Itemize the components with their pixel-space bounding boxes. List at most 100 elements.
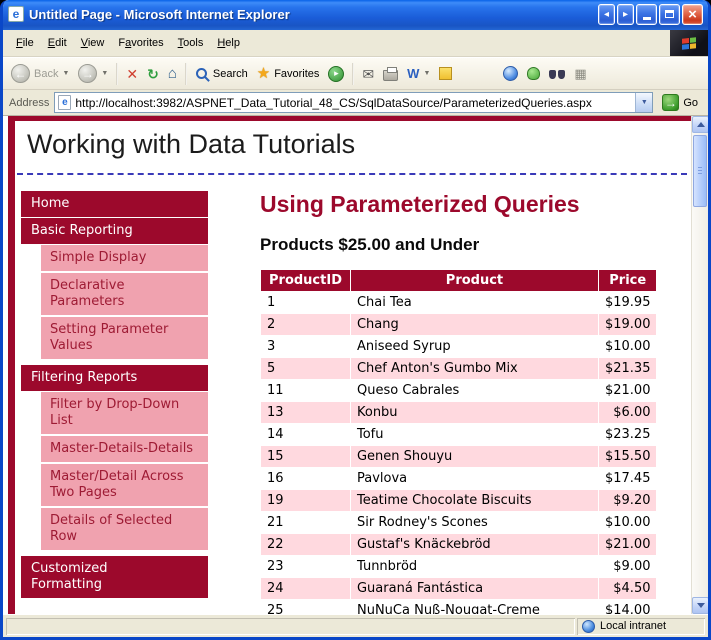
maximize-button[interactable] bbox=[659, 4, 680, 25]
messenger-button[interactable] bbox=[523, 64, 544, 83]
scroll-down-button[interactable] bbox=[692, 597, 708, 614]
go-button[interactable]: → Go bbox=[658, 93, 704, 112]
sidebar-item-master-details-details[interactable]: Master-Details-Details bbox=[41, 436, 208, 462]
browser-viewport: Working with Data Tutorials HomeBasic Re… bbox=[3, 116, 708, 614]
table-cell: 22 bbox=[261, 534, 351, 556]
scroll-up-button[interactable] bbox=[692, 116, 708, 133]
sidebar-item-filtering-reports[interactable]: Filtering Reports bbox=[21, 365, 208, 391]
menu-view[interactable]: View bbox=[74, 34, 112, 52]
table-cell: $9.20 bbox=[598, 490, 657, 512]
sidebar-item-customized-formatting[interactable]: Customized Formatting bbox=[21, 556, 208, 598]
menu-bar: FileEditViewFavoritesToolsHelp bbox=[3, 30, 708, 57]
ie-document-icon: e bbox=[8, 6, 24, 22]
edit-button[interactable]: W ▼ bbox=[403, 64, 434, 83]
chevron-right-icon: ▸ bbox=[623, 9, 628, 20]
mail-button[interactable]: ✉ bbox=[358, 64, 378, 84]
table-row: 14Tofu$23.25 bbox=[261, 424, 657, 446]
print-icon bbox=[383, 70, 398, 81]
msn-button[interactable] bbox=[499, 63, 522, 84]
table-cell: Chef Anton's Gumbo Mix bbox=[350, 358, 598, 380]
research-button[interactable] bbox=[545, 65, 569, 83]
products-table: ProductIDProductPrice 1Chai Tea$19.952Ch… bbox=[260, 269, 657, 614]
search-label: Search bbox=[213, 68, 248, 80]
main-content: Using Parameterized Queries Products $25… bbox=[208, 191, 691, 614]
sidebar-item-setting-parameter-values[interactable]: Setting Parameter Values bbox=[41, 317, 208, 359]
refresh-button[interactable]: ↻ bbox=[143, 64, 163, 84]
menu-favorites[interactable]: Favorites bbox=[111, 34, 170, 52]
menu-help[interactable]: Help bbox=[210, 34, 247, 52]
table-cell: Teatime Chocolate Biscuits bbox=[350, 490, 598, 512]
mail-icon: ✉ bbox=[362, 67, 374, 81]
table-cell: 5 bbox=[261, 358, 351, 380]
back-dropdown-icon[interactable]: ▼ bbox=[62, 70, 69, 77]
home-icon: ⌂ bbox=[168, 66, 177, 81]
toolbar-separator bbox=[116, 63, 118, 85]
title-bar[interactable]: e Untitled Page - Microsoft Internet Exp… bbox=[3, 0, 708, 30]
close-button[interactable]: × bbox=[682, 4, 703, 25]
table-cell: 23 bbox=[261, 556, 351, 578]
favorites-button[interactable]: ★ Favorites bbox=[253, 63, 324, 84]
sidebar-item-details-of-selected-row[interactable]: Details of Selected Row bbox=[41, 508, 208, 550]
sidebar-item-filter-by-drop-down-list[interactable]: Filter by Drop-Down List bbox=[41, 392, 208, 434]
titlebar-aux-button-2[interactable]: ▸ bbox=[617, 4, 634, 25]
sidebar-nav: HomeBasic ReportingSimple DisplayDeclara… bbox=[21, 191, 208, 614]
stop-button[interactable]: ✕ bbox=[122, 64, 142, 84]
table-cell: $15.50 bbox=[598, 446, 657, 468]
forward-dropdown-icon[interactable]: ▼ bbox=[101, 70, 108, 77]
back-label: Back bbox=[34, 68, 58, 80]
status-message-pane bbox=[6, 618, 575, 635]
site-title: Working with Data Tutorials bbox=[15, 121, 691, 160]
table-body: 1Chai Tea$19.952Chang$19.003Aniseed Syru… bbox=[261, 292, 657, 615]
table-row: 15Genen Shouyu$15.50 bbox=[261, 446, 657, 468]
address-input[interactable]: e http://localhost:3982/ASPNET_Data_Tuto… bbox=[54, 92, 653, 113]
browser-window: e Untitled Page - Microsoft Internet Exp… bbox=[0, 0, 711, 640]
menu-file[interactable]: File bbox=[9, 34, 41, 52]
media-button[interactable]: ▸ bbox=[324, 63, 348, 85]
sidebar-item-home[interactable]: Home bbox=[21, 191, 208, 217]
table-row: 24Guaraná Fantástica$4.50 bbox=[261, 578, 657, 600]
menu-tools[interactable]: Tools bbox=[171, 34, 211, 52]
web-page: Working with Data Tutorials HomeBasic Re… bbox=[3, 116, 691, 614]
table-cell: 24 bbox=[261, 578, 351, 600]
table-row: 11Queso Cabrales$21.00 bbox=[261, 380, 657, 402]
table-cell: 2 bbox=[261, 314, 351, 336]
scrollbar-thumb[interactable] bbox=[693, 135, 707, 207]
table-cell: $23.25 bbox=[598, 424, 657, 446]
sidebar-item-declarative-parameters[interactable]: Declarative Parameters bbox=[41, 273, 208, 315]
table-cell: Gustaf's Knäckebröd bbox=[350, 534, 598, 556]
table-row: 23Tunnbröd$9.00 bbox=[261, 556, 657, 578]
window-title: Untitled Page - Microsoft Internet Explo… bbox=[29, 7, 593, 22]
table-row: 3Aniseed Syrup$10.00 bbox=[261, 336, 657, 358]
table-cell: Pavlova bbox=[350, 468, 598, 490]
table-row: 13Konbu$6.00 bbox=[261, 402, 657, 424]
table-cell: Guaraná Fantástica bbox=[350, 578, 598, 600]
search-button[interactable]: Search bbox=[191, 64, 252, 84]
table-cell: Chai Tea bbox=[350, 292, 598, 314]
address-url: http://localhost:3982/ASPNET_Data_Tutori… bbox=[75, 96, 631, 110]
titlebar-aux-button-1[interactable]: ◂ bbox=[598, 4, 615, 25]
minimize-button[interactable] bbox=[636, 4, 657, 25]
discuss-button[interactable] bbox=[435, 64, 456, 83]
sidebar-item-simple-display[interactable]: Simple Display bbox=[41, 245, 208, 271]
vertical-scrollbar[interactable] bbox=[691, 116, 708, 614]
favorites-label: Favorites bbox=[274, 68, 319, 80]
links-button[interactable]: ▦ bbox=[570, 64, 590, 83]
standard-buttons-toolbar: ← Back ▼ → ▼ ✕ ↻ ⌂ Search ★ Favorites ▸ … bbox=[3, 57, 708, 90]
forward-button[interactable]: → ▼ bbox=[74, 61, 112, 86]
stop-icon: ✕ bbox=[126, 67, 138, 81]
print-button[interactable] bbox=[379, 64, 402, 84]
edit-dropdown-icon[interactable]: ▼ bbox=[423, 70, 430, 77]
home-button[interactable]: ⌂ bbox=[164, 63, 181, 84]
edit-word-icon: W bbox=[407, 67, 419, 80]
security-zone-pane: Local intranet bbox=[577, 618, 705, 635]
back-button[interactable]: ← Back ▼ bbox=[7, 61, 73, 86]
toolbar-separator bbox=[352, 63, 354, 85]
window-controls: ◂ ▸ × bbox=[598, 4, 703, 25]
table-cell: 21 bbox=[261, 512, 351, 534]
table-row: 16Pavlova$17.45 bbox=[261, 468, 657, 490]
arrow-up-icon bbox=[697, 122, 705, 127]
menu-edit[interactable]: Edit bbox=[41, 34, 74, 52]
sidebar-item-basic-reporting[interactable]: Basic Reporting bbox=[21, 218, 208, 244]
sidebar-item-master-detail-across-two-pages[interactable]: Master/Detail Across Two Pages bbox=[41, 464, 208, 506]
address-dropdown-button[interactable]: ▼ bbox=[635, 93, 652, 112]
